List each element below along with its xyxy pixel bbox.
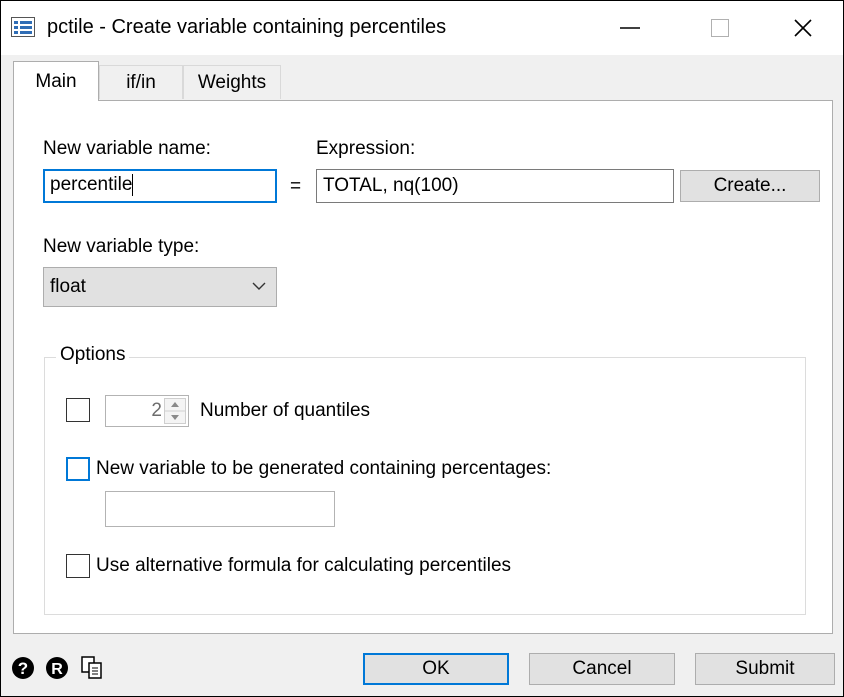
new-variable-name-label: New variable name:: [43, 138, 211, 159]
tab-main[interactable]: Main: [13, 61, 99, 101]
new-variable-name-value: percentile: [50, 174, 133, 195]
number-of-quantiles-label: Number of quantiles: [200, 400, 371, 421]
help-icon[interactable]: ?: [11, 656, 35, 680]
percentages-variable-input[interactable]: [105, 491, 335, 527]
window-title: pctile - Create variable containing perc…: [47, 16, 447, 38]
minimize-button[interactable]: [596, 1, 656, 55]
ok-button[interactable]: OK: [363, 653, 509, 685]
chevron-down-icon: [252, 282, 266, 290]
reset-icon[interactable]: R: [45, 656, 69, 680]
main-tab-panel: New variable name: percentile = Expressi…: [13, 100, 833, 634]
maximize-icon: [711, 19, 729, 37]
svg-text:R: R: [51, 661, 63, 678]
create-expression-button[interactable]: Create...: [680, 170, 820, 202]
copy-icon[interactable]: [81, 656, 103, 680]
dialog-app-icon: [11, 17, 35, 37]
percentages-checkbox[interactable]: [66, 457, 90, 481]
quantiles-spinner-value: 2: [151, 400, 162, 421]
minimize-icon: [620, 27, 640, 29]
expression-label: Expression:: [316, 138, 416, 159]
submit-button[interactable]: Submit: [695, 653, 835, 685]
svg-text:?: ?: [18, 659, 28, 678]
options-legend: Options: [56, 343, 130, 367]
new-variable-type-label: New variable type:: [43, 236, 200, 257]
quantiles-checkbox[interactable]: [66, 398, 90, 422]
new-variable-name-input[interactable]: percentile: [43, 169, 277, 203]
percentages-label: New variable to be generated containing …: [96, 458, 552, 479]
close-icon: [794, 19, 812, 37]
altdef-checkbox[interactable]: [66, 554, 90, 578]
cancel-button[interactable]: Cancel: [529, 653, 675, 685]
expression-input[interactable]: TOTAL, nq(100): [316, 169, 674, 203]
title-bar[interactable]: pctile - Create variable containing perc…: [1, 1, 843, 55]
tab-weights[interactable]: Weights: [183, 65, 281, 99]
variable-type-value: float: [50, 276, 86, 297]
maximize-button[interactable]: [683, 1, 743, 55]
equals-sign: =: [290, 176, 302, 197]
tab-if-in[interactable]: if/in: [99, 65, 183, 99]
dialog-window: pctile - Create variable containing perc…: [0, 0, 844, 697]
variable-type-select[interactable]: float: [43, 267, 277, 307]
altdef-label: Use alternative formula for calculating …: [96, 555, 512, 576]
close-button[interactable]: [771, 1, 831, 55]
spinner-arrows-icon: [164, 398, 186, 424]
quantiles-spinner[interactable]: 2: [105, 395, 189, 427]
text-caret: [132, 173, 134, 196]
